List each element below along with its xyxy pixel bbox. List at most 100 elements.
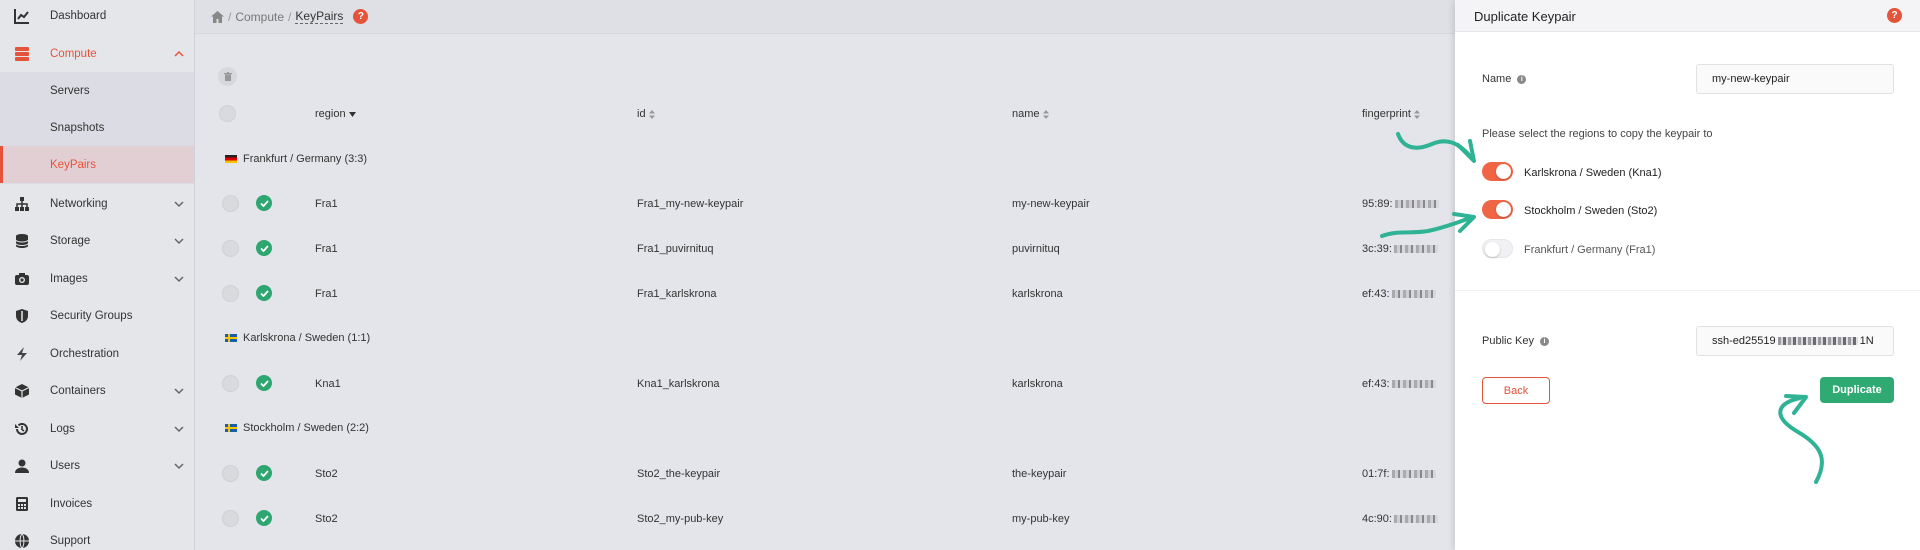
row-checkbox[interactable]	[222, 465, 239, 482]
fingerprint-prefix: ef:43:	[1362, 288, 1390, 300]
compute-subnav: Servers Snapshots KeyPairs	[0, 72, 194, 184]
delete-selected-button[interactable]	[218, 67, 237, 86]
group-label: Stockholm / Sweden (2:2)	[243, 422, 369, 434]
cell-fingerprint: ef:43:	[1362, 288, 1436, 300]
cell-fingerprint: 01:7f:	[1362, 468, 1436, 480]
nav-users-label: Users	[50, 459, 81, 472]
orchestration-icon	[14, 346, 30, 362]
box-icon	[14, 383, 30, 399]
sweden-flag-icon	[225, 334, 237, 342]
fingerprint-prefix: 4c:90:	[1362, 513, 1392, 525]
nav-support[interactable]: Support	[0, 522, 194, 550]
info-icon[interactable]: i	[1517, 74, 1527, 84]
help-icon[interactable]: ?	[353, 9, 369, 24]
nav-containers[interactable]: Containers	[0, 372, 194, 409]
nav-logs-label: Logs	[50, 422, 75, 435]
column-header-fingerprint-label: fingerprint	[1362, 108, 1411, 120]
cell-id: Sto2_my-pub-key	[637, 513, 724, 525]
nav-images-label: Images	[50, 272, 88, 285]
user-icon	[14, 458, 30, 474]
cell-id: Sto2_the-keypair	[637, 468, 721, 480]
check-circle-icon	[256, 240, 272, 256]
column-header-id-label: id	[637, 108, 646, 120]
breadcrumb-current: KeyPairs	[295, 9, 344, 24]
panel-title: Duplicate Keypair	[1474, 9, 1576, 24]
nav-invoices[interactable]: Invoices	[0, 485, 194, 522]
breadcrumb-compute[interactable]: Compute	[235, 10, 284, 24]
cell-id: Fra1_puvirnituq	[637, 243, 714, 255]
nav-dashboard[interactable]: Dashboard	[0, 0, 194, 34]
home-icon[interactable]	[211, 10, 224, 23]
redacted-blur	[1393, 245, 1438, 254]
column-header-region-label: region	[315, 108, 346, 120]
database-icon	[14, 233, 30, 249]
chevron-down-icon	[174, 425, 184, 432]
column-header-region[interactable]: region	[315, 108, 356, 120]
subnav-keypairs[interactable]: KeyPairs	[0, 146, 194, 183]
row-checkbox[interactable]	[222, 510, 239, 527]
public-key-label-text: Public Key	[1482, 335, 1534, 347]
group-label: Frankfurt / Germany (3:3)	[243, 153, 368, 165]
toggle-region-fra1[interactable]	[1482, 239, 1513, 258]
toggle-knob	[1496, 164, 1511, 179]
nav-images[interactable]: Images	[0, 260, 194, 297]
cell-region: Fra1	[315, 198, 338, 210]
row-checkbox[interactable]	[222, 240, 239, 257]
sort-icon	[1042, 109, 1049, 119]
public-key-input[interactable]: ssh-ed25519 1N	[1696, 326, 1894, 356]
nav-networking[interactable]: Networking	[0, 185, 194, 222]
info-icon[interactable]: i	[1539, 336, 1549, 346]
subnav-snapshots[interactable]: Snapshots	[0, 109, 194, 146]
nav-users[interactable]: Users	[0, 447, 194, 484]
nav-dashboard-label: Dashboard	[50, 9, 107, 22]
toggle-region-kna1[interactable]	[1482, 162, 1513, 181]
germany-flag-icon	[225, 155, 237, 163]
cell-name: karlskrona	[1012, 378, 1063, 390]
cell-name: the-keypair	[1012, 468, 1067, 480]
redacted-blur	[1394, 200, 1439, 209]
row-checkbox[interactable]	[222, 285, 239, 302]
group-header-karlskrona: Karlskrona / Sweden (1:1)	[225, 332, 370, 344]
fingerprint-prefix: ef:43:	[1362, 378, 1390, 390]
row-checkbox[interactable]	[222, 195, 239, 212]
sort-icon	[1413, 109, 1420, 119]
public-key-prefix: ssh-ed25519	[1712, 335, 1776, 347]
public-key-suffix: 1N	[1859, 335, 1874, 347]
column-header-name-label: name	[1012, 108, 1040, 120]
subnav-servers[interactable]: Servers	[0, 72, 194, 109]
cell-name: puvirnituq	[1012, 243, 1060, 255]
nav-compute[interactable]: Compute	[0, 35, 194, 72]
toggle-knob	[1496, 202, 1511, 217]
cell-id: Fra1_my-new-keypair	[637, 198, 744, 210]
sidebar: Dashboard Compute Servers Snapshots KeyP…	[0, 0, 195, 550]
redacted-blur	[1391, 290, 1436, 299]
row-checkbox[interactable]	[222, 375, 239, 392]
column-header-fingerprint[interactable]: fingerprint	[1362, 108, 1420, 120]
cell-fingerprint: 4c:90:	[1362, 513, 1438, 525]
globe-icon	[14, 533, 30, 549]
nav-security-groups[interactable]: Security Groups	[0, 297, 194, 334]
duplicate-keypair-panel: Duplicate Keypair ? Name i Please select…	[1455, 0, 1920, 550]
column-header-name[interactable]: name	[1012, 108, 1049, 120]
column-header-id[interactable]: id	[637, 108, 655, 120]
chart-icon	[14, 8, 30, 24]
check-circle-icon	[256, 375, 272, 391]
chevron-down-icon	[174, 462, 184, 469]
nav-storage[interactable]: Storage	[0, 222, 194, 259]
duplicate-button[interactable]: Duplicate	[1820, 377, 1894, 403]
nav-logs[interactable]: Logs	[0, 410, 194, 447]
name-label-text: Name	[1482, 73, 1512, 85]
help-icon[interactable]: ?	[1887, 8, 1902, 23]
shield-icon	[14, 308, 30, 324]
history-icon	[14, 421, 30, 437]
back-button[interactable]: Back	[1482, 377, 1550, 404]
toggle-region-sto2[interactable]	[1482, 200, 1513, 219]
chevron-down-icon	[174, 275, 184, 282]
sweden-flag-icon	[225, 424, 237, 432]
group-header-stockholm: Stockholm / Sweden (2:2)	[225, 422, 369, 434]
nav-orchestration[interactable]: Orchestration	[0, 335, 194, 372]
panel-header: Duplicate Keypair ?	[1455, 0, 1920, 32]
cell-id: Fra1_karlskrona	[637, 288, 717, 300]
name-input[interactable]	[1696, 64, 1894, 94]
select-all-checkbox[interactable]	[219, 105, 236, 122]
